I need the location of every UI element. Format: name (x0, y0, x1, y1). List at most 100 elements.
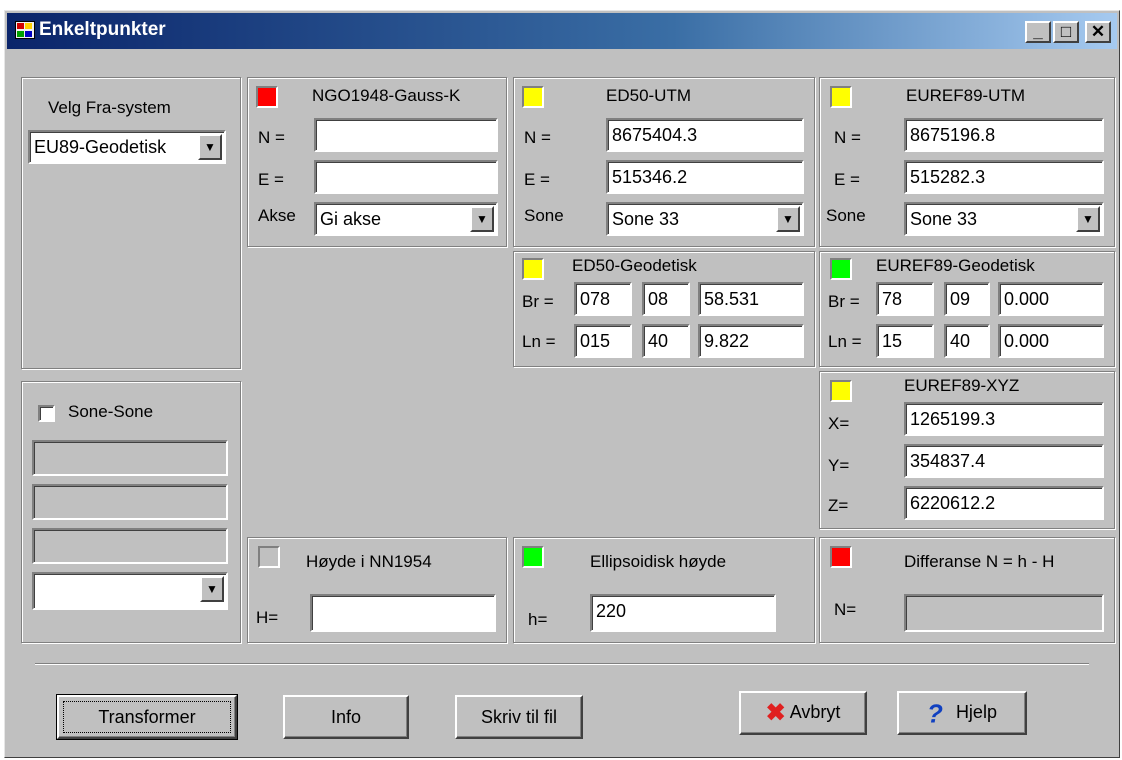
question-icon: ? (927, 698, 943, 729)
ed50-geo-br-deg[interactable]: 078 (574, 282, 632, 316)
euref-geo-br-label: Br = (828, 292, 860, 311)
maximize-button[interactable]: □ (1053, 21, 1079, 43)
zone-select[interactable]: ▼ (32, 572, 228, 610)
height-nn-h-input[interactable] (310, 594, 496, 632)
zone-panel: Sone-Sone ▼ (21, 381, 241, 643)
ed50-utm-sone-value: Sone 33 (612, 209, 680, 229)
ed50-geo-br-min[interactable]: 08 (642, 282, 690, 316)
ed50-utm-n-input[interactable]: 8675404.3 (606, 118, 804, 152)
euref-geo-br-deg[interactable]: 78 (876, 282, 934, 316)
ellipsoidal-h-label: h= (528, 610, 548, 629)
euref-utm-e-label: E = (834, 170, 860, 189)
sone-sone-label: Sone-Sone (68, 402, 154, 421)
minimize-button[interactable]: _ (1025, 21, 1051, 43)
xyz-x-label: X= (828, 414, 850, 433)
ellipsoidal-h-input[interactable]: 220 (590, 594, 776, 632)
ellipsoidal-height-title: Ellipsoidisk høyde (590, 552, 727, 571)
ed50-geo-ln-min[interactable]: 40 (642, 324, 690, 358)
ngo1948-panel: NGO1948-Gauss-K N = E = Akse Gi akse ▼ (247, 77, 507, 247)
euref-utm-n-input[interactable]: 8675196.8 (904, 118, 1104, 152)
difference-n-label: N= (834, 600, 857, 619)
chevron-down-icon[interactable]: ▼ (776, 206, 800, 232)
ed50-geo-ln-deg[interactable]: 015 (574, 324, 632, 358)
ed50-geo-ln-sec[interactable]: 9.822 (698, 324, 804, 358)
write-to-file-button[interactable]: Skriv til fil (455, 695, 583, 739)
title-bar[interactable]: Enkeltpunkter _ □ ✕ (7, 13, 1117, 49)
euref89-xyz-panel: EUREF89-XYZ X= 1265199.3 Y= 354837.4 Z= … (819, 371, 1115, 529)
euref-geo-ln-sec[interactable]: 0.000 (998, 324, 1104, 358)
ed50-geo-ln-label: Ln = (522, 332, 556, 351)
ngo-akse-value: Gi akse (320, 209, 382, 229)
x-icon: ✖ (765, 699, 786, 727)
status-indicator (830, 258, 852, 280)
status-indicator (522, 546, 544, 568)
euref89-utm-title: EUREF89-UTM (906, 86, 1026, 105)
xyz-x-input[interactable]: 1265199.3 (904, 402, 1104, 436)
ngo-e-input[interactable] (314, 160, 498, 194)
height-nn-h-label: H= (256, 608, 279, 627)
xyz-z-label: Z= (828, 496, 849, 515)
source-system-value: EU89-Geodetisk (34, 137, 167, 157)
transform-button[interactable]: Transformer (56, 694, 238, 740)
chevron-down-icon[interactable]: ▼ (470, 206, 494, 232)
info-button[interactable]: Info (283, 695, 409, 739)
status-indicator (522, 86, 544, 108)
ed50-geo-br-sec[interactable]: 58.531 (698, 282, 804, 316)
euref-geo-br-min[interactable]: 09 (944, 282, 990, 316)
ed50-utm-panel: ED50-UTM N = 8675404.3 E = 515346.2 Sone… (513, 77, 815, 247)
euref89-geodetisk-panel: EUREF89-Geodetisk Br = 78 09 0.000 Ln = … (819, 251, 1115, 367)
ellipsoidal-height-panel: Ellipsoidisk høyde h= 220 (513, 537, 815, 643)
focus-rect (63, 701, 231, 733)
ed50-geodetisk-title: ED50-Geodetisk (572, 256, 697, 275)
xyz-y-input[interactable]: 354837.4 (904, 444, 1104, 478)
close-button[interactable]: ✕ (1085, 21, 1111, 43)
source-system-label: Velg Fra-system (48, 98, 171, 117)
ed50-utm-title: ED50-UTM (606, 86, 692, 105)
help-label: Hjelp (955, 702, 997, 723)
chevron-down-icon[interactable]: ▼ (1076, 206, 1100, 232)
euref-utm-sone-select[interactable]: Sone 33 ▼ (904, 202, 1104, 236)
ed50-utm-sone-select[interactable]: Sone 33 ▼ (606, 202, 804, 236)
euref-geo-ln-min[interactable]: 40 (944, 324, 990, 358)
ngo-n-input[interactable] (314, 118, 498, 152)
status-indicator (830, 380, 852, 402)
cancel-button[interactable]: ✖ Avbryt (739, 691, 867, 735)
euref-geo-ln-deg[interactable]: 15 (876, 324, 934, 358)
chevron-down-icon[interactable]: ▼ (198, 134, 222, 160)
zone-field-3 (32, 528, 228, 564)
ed50-utm-e-input[interactable]: 515346.2 (606, 160, 804, 194)
euref-utm-n-label: N = (834, 128, 861, 147)
window-title: Enkeltpunkter (39, 19, 166, 40)
separator-line (35, 663, 1089, 665)
height-nn1954-title: Høyde i NN1954 (306, 552, 432, 571)
xyz-y-label: Y= (828, 456, 850, 475)
help-button[interactable]: ? Hjelp (897, 691, 1027, 735)
ngo1948-title: NGO1948-Gauss-K (312, 86, 461, 105)
status-indicator (830, 86, 852, 108)
status-indicator (256, 86, 278, 108)
chevron-down-icon[interactable]: ▼ (200, 576, 224, 602)
ngo-akse-select[interactable]: Gi akse ▼ (314, 202, 498, 236)
source-system-select[interactable]: EU89-Geodetisk ▼ (28, 130, 226, 164)
ngo-e-label: E = (258, 170, 284, 189)
ed50-utm-sone-label: Sone (524, 206, 564, 225)
sone-sone-checkbox[interactable] (38, 405, 55, 422)
euref-geo-br-sec[interactable]: 0.000 (998, 282, 1104, 316)
xyz-z-input[interactable]: 6220612.2 (904, 486, 1104, 520)
app-icon (15, 21, 35, 39)
ngo-akse-label: Akse (258, 206, 296, 225)
ed50-geo-br-label: Br = (522, 292, 554, 311)
euref-utm-sone-value: Sone 33 (910, 209, 978, 229)
difference-panel: Differanse N = h - H N= (819, 537, 1115, 643)
difference-n-output (904, 594, 1104, 632)
zone-field-1 (32, 440, 228, 476)
zone-field-2 (32, 484, 228, 520)
window: Enkeltpunkter _ □ ✕ Velg Fra-system EU89… (4, 10, 1120, 758)
status-indicator (258, 546, 280, 568)
ngo-n-label: N = (258, 128, 285, 147)
difference-title: Differanse N = h - H (904, 552, 1055, 571)
euref-utm-sone-label: Sone (826, 206, 866, 225)
euref-utm-e-input[interactable]: 515282.3 (904, 160, 1104, 194)
ed50-utm-e-label: E = (524, 170, 550, 189)
height-nn1954-panel: Høyde i NN1954 H= (247, 537, 507, 643)
